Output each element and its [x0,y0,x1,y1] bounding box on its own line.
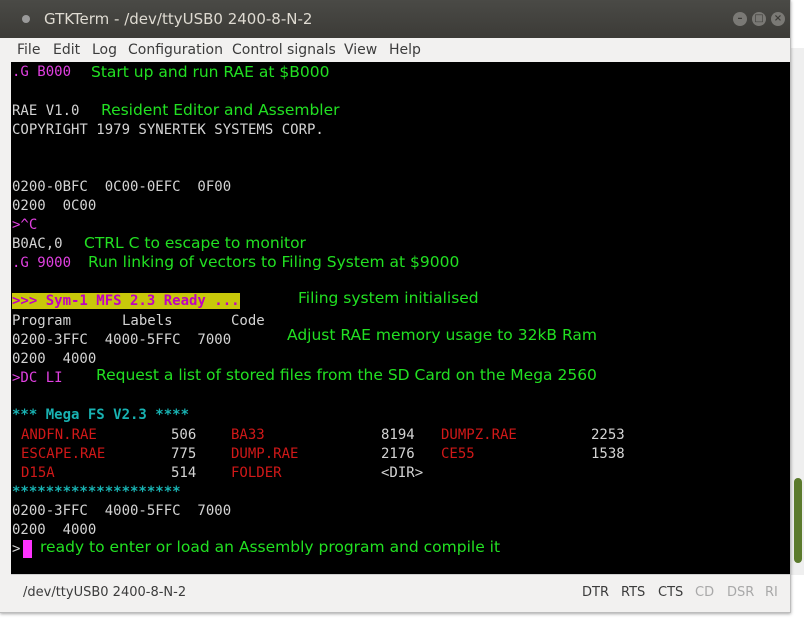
terminal-line: *** Mega FS V2.3 **** [12,407,190,423]
file-name: FOLDER [231,465,282,481]
port-settings-label: /dev/ttyUSB0 2400-8-N-2 [23,585,187,600]
terminal-screen[interactable]: .G B000 RAE V1.0 COPYRIGHT 1979 SYNERTEK… [11,62,790,574]
minimize-button[interactable]: – [733,12,747,26]
file-name: DUMP.RAE [231,446,299,462]
maximize-button[interactable]: □ [752,12,766,26]
menu-edit[interactable]: Edit [53,42,80,58]
terminal-line: RAE V1.0 [12,103,80,119]
close-button[interactable]: × [771,12,785,26]
maximize-icon: □ [754,13,764,24]
file-list-row: ESCAPE.RAE 775 DUMP.RAE 2176 CE55 1538 [12,445,652,464]
menu-view[interactable]: View [344,42,377,58]
window-title: GTKTerm - /dev/ttyUSB0 2400-8-N-2 [44,10,313,28]
menu-help[interactable]: Help [389,42,421,58]
file-name: DUMPZ.RAE [441,427,517,443]
file-size: 514 [171,465,197,481]
annotation-text: Resident Editor and Assembler [101,101,340,119]
window-menu-icon[interactable] [22,15,30,23]
file-size: 2253 [591,427,625,443]
annotation-text: Adjust RAE memory usage to 32kB Ram [287,326,598,344]
signal-dtr: DTR [582,585,609,600]
annotation-text: Run linking of vectors to Filing System … [88,253,460,271]
signal-rts: RTS [621,585,646,600]
close-icon: × [773,13,783,24]
signal-dsr: DSR [727,585,755,600]
terminal-line: .G 9000 [12,255,72,271]
file-size: 2176 [381,446,415,462]
menu-bar: File Edit Log Configuration Control sign… [0,38,790,62]
terminal-cursor [23,540,32,558]
terminal-line: B0AC,0 [12,236,63,252]
menu-file[interactable]: File [17,42,40,58]
file-size: 775 [171,446,197,462]
header-code: Code [231,313,265,329]
menu-log[interactable]: Log [92,42,117,58]
mfs-ready-line: >>> Sym-1 MFS 2.3 Ready ... [12,292,240,311]
menu-control-signals[interactable]: Control signals [232,42,336,58]
annotation-text: CTRL C to escape to monitor [84,234,306,252]
file-list-row: D15A 514 FOLDER <DIR> [12,464,652,483]
terminal-line: 0200-3FFC 4000-5FFC 7000 [12,503,232,519]
annotation-text: Request a list of stored files from the … [96,366,597,384]
annotation-text: Start up and run RAE at $B000 [91,63,330,81]
terminal-line: 0200 4000 [12,351,97,367]
memory-header-line: Program Labels Code [12,312,282,331]
file-name: ANDFN.RAE [21,427,97,443]
file-name: ESCAPE.RAE [21,446,106,462]
signal-ri: RI [765,585,778,600]
file-name: D15A [21,465,55,481]
terminal-line: >DC LI [12,370,63,386]
terminal-line: 0200-3FFC 4000-5FFC 7000 [12,332,232,348]
signal-cd: CD [695,585,715,600]
header-labels: Labels [122,313,173,329]
file-size: 8194 [381,427,415,443]
mfs-ready-highlight: >>> Sym-1 MFS 2.3 Ready ... [12,293,240,309]
title-bar[interactable]: GTKTerm - /dev/ttyUSB0 2400-8-N-2 – □ × [0,0,790,38]
menu-configuration[interactable]: Configuration [128,42,223,58]
annotation-text: Filing system initialised [298,289,479,307]
file-size: <DIR> [381,465,424,481]
status-bar: /dev/ttyUSB0 2400-8-N-2 DTR RTS CTS CD D… [11,574,790,612]
background-scrollbar-thumb [794,478,802,563]
terminal-line: 0200 0C00 [12,198,97,214]
terminal-prompt: > [12,541,21,557]
terminal-line: 0200-0BFC 0C00-0EFC 0F00 [12,179,232,195]
terminal-line: COPYRIGHT 1979 SYNERTEK SYSTEMS CORP. [12,122,324,138]
file-size: 506 [171,427,197,443]
terminal-line: .G B000 [12,64,72,80]
terminal-line: >^C [12,217,38,233]
file-name: BA33 [231,427,265,443]
annotation-text: ready to enter or load an Assembly progr… [40,538,501,556]
file-name: CE55 [441,446,475,462]
background-scrollbar [790,48,804,575]
file-list-row: ANDFN.RAE 506 BA33 8194 DUMPZ.RAE 2253 [12,426,652,445]
file-size: 1538 [591,446,625,462]
minimize-icon: – [737,13,743,24]
terminal-line: ******************** [12,484,181,500]
header-program: Program [12,313,72,329]
gtkterm-window: GTKTerm - /dev/ttyUSB0 2400-8-N-2 – □ × … [0,0,791,613]
signal-cts: CTS [658,585,684,600]
